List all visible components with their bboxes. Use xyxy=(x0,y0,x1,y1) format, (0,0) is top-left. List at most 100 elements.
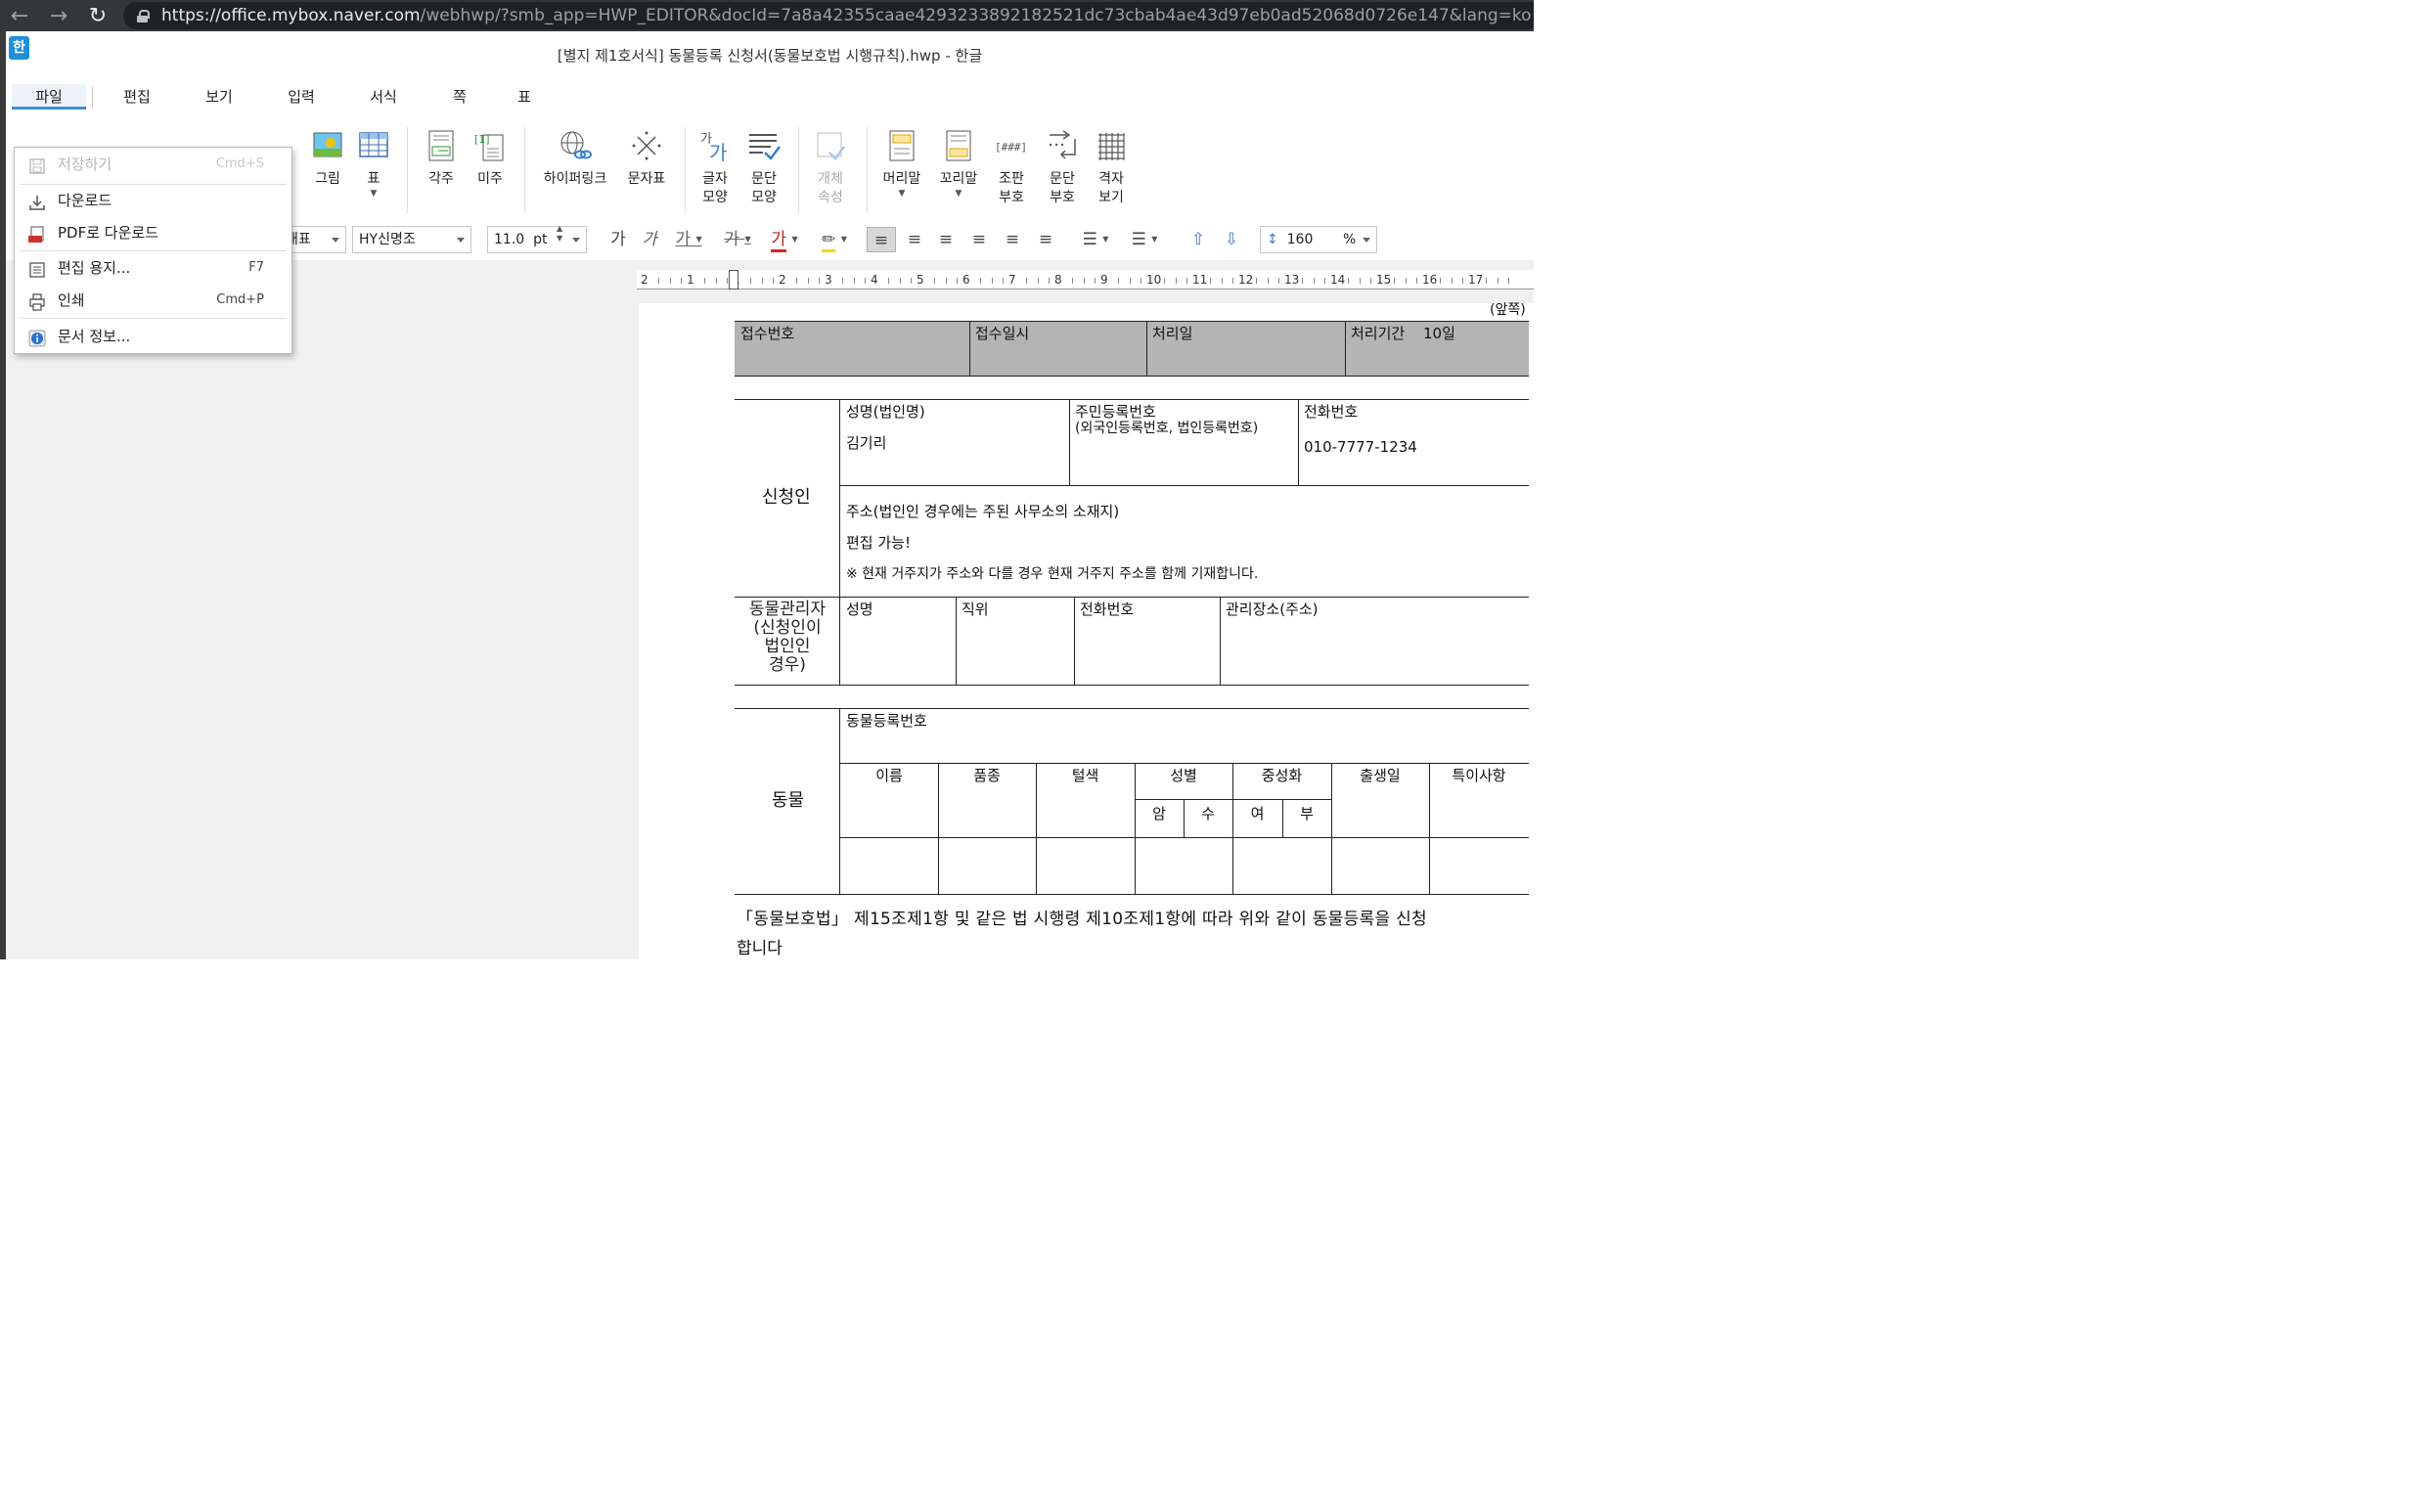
insert-table-button[interactable]: 표 ▼ xyxy=(354,129,393,199)
page-setup-icon xyxy=(28,259,46,278)
menu-format[interactable]: 서식 xyxy=(358,84,409,110)
char-shape-icon: 가가 xyxy=(698,129,732,164)
sex-female-header: 암 xyxy=(1152,805,1166,823)
font-size-input[interactable]: 11.0 pt ▲ ▼ xyxy=(487,224,587,253)
manager-position-label: 직위 xyxy=(962,600,989,618)
ruler-tick xyxy=(669,278,671,284)
document-page[interactable]: (앞쪽) 접수번호 접수일시 처리일 처리기간 10일 신청인 성명(법인명) … xyxy=(639,302,1534,959)
address-note: ※ 현재 거주지가 주소와 다를 경우 현재 거주지 주소를 함께 기재합니다. xyxy=(846,566,1259,582)
menu-separator xyxy=(21,250,287,251)
phone-value[interactable]: 010-7777-1234 xyxy=(1304,438,1417,456)
para-shape-button[interactable]: 문단 모양 xyxy=(741,129,786,207)
object-properties-button[interactable]: 개체 속성 xyxy=(808,129,853,207)
browser-toolbar: ← → ↻ https://office.mybox.naver.com/web… xyxy=(0,0,1534,31)
bold-button[interactable]: 가 xyxy=(604,227,632,252)
back-icon[interactable]: ← xyxy=(0,0,39,31)
receipt-row xyxy=(735,321,1529,376)
hyperlink-button[interactable]: 하이퍼링크 xyxy=(536,129,614,189)
line-spacing-input[interactable]: ↕ 160 % xyxy=(1260,226,1377,253)
download-menu-item[interactable]: 다운로드 xyxy=(15,186,291,215)
horizontal-ruler[interactable]: 211234567891011121314151617 xyxy=(637,270,1534,289)
align-justify-button[interactable]: ≡ xyxy=(867,227,896,252)
align-divide-button[interactable]: ≡ xyxy=(1031,227,1060,252)
ruler-tick-label: 10 xyxy=(1146,273,1162,287)
ruler-tick xyxy=(899,278,901,284)
save-menu-item[interactable]: 저장하기 Cmd+S xyxy=(15,150,291,179)
size-stepper-icon[interactable]: ▲ ▼ xyxy=(557,224,562,244)
align-left-icon: ≡ xyxy=(907,230,922,249)
chevron-down-icon: ▼ xyxy=(898,189,906,199)
ruler-tick xyxy=(1278,278,1280,284)
address-label: 주소(법인인 경우에는 주된 사무소의 소재지) xyxy=(846,503,1120,520)
font-color-button[interactable]: 가 ▼ xyxy=(763,227,806,252)
menu-bar: 파일 편집 보기 입력 서식 쪽 표 xyxy=(6,80,1534,113)
table-line xyxy=(735,376,1529,377)
font-select[interactable]: HY신명조 xyxy=(352,226,471,253)
align-center-button[interactable]: ≡ xyxy=(931,227,961,252)
toolbar-separator xyxy=(524,127,525,213)
align-left-button[interactable]: ≡ xyxy=(900,227,929,252)
indent-marker-icon[interactable] xyxy=(729,270,738,289)
ruler-tick-label: 8 xyxy=(1054,273,1062,287)
print-menu-item[interactable]: 인쇄 Cmd+P xyxy=(15,286,291,315)
reload-icon[interactable]: ↻ xyxy=(78,0,117,31)
indent-increase-button[interactable]: ⇧ xyxy=(1184,227,1213,252)
bullet-list-button[interactable]: ☰ ▼ xyxy=(1074,227,1117,252)
insert-picture-button[interactable]: 그림 xyxy=(303,129,352,189)
menu-edit[interactable]: 편집 xyxy=(112,84,162,110)
layout-code-icon: [###] xyxy=(995,129,1028,162)
table-line xyxy=(735,894,1529,895)
table-line xyxy=(1074,597,1075,685)
menu-page[interactable]: 쪽 xyxy=(444,84,475,110)
header-button[interactable]: 머리말 ▼ xyxy=(876,129,927,199)
processing-period-label: 처리기간 xyxy=(1351,325,1406,342)
ruler-tick-label: 13 xyxy=(1284,273,1300,287)
ruler-tick xyxy=(1129,278,1131,284)
grid-view-button[interactable]: 격자 보기 xyxy=(1092,129,1131,207)
address-bar[interactable]: https://office.mybox.naver.com/webhwp/?s… xyxy=(123,2,1534,29)
ruler-tick xyxy=(681,278,683,284)
grid-icon xyxy=(1095,129,1128,162)
para-mark-button[interactable]: 문단 부호 xyxy=(1043,129,1082,207)
header-icon xyxy=(885,129,918,162)
ruler-tick-label: 3 xyxy=(825,273,832,287)
menu-insert[interactable]: 입력 xyxy=(276,84,327,110)
underline-button[interactable]: 가 ▼ xyxy=(667,227,710,252)
ruler-tick xyxy=(1451,278,1453,284)
menu-view[interactable]: 보기 xyxy=(194,84,245,110)
strikethrough-button[interactable]: 가 ▼ xyxy=(716,227,759,252)
endnote-button[interactable]: [1] 미주 xyxy=(468,129,513,189)
forward-icon[interactable]: → xyxy=(39,0,78,31)
numbered-list-button[interactable]: ☰ ▼ xyxy=(1123,227,1166,252)
ruler-tick xyxy=(1175,278,1177,284)
doc-info-menu-item[interactable]: 문서 정보... xyxy=(15,322,291,351)
page-setup-menu-item[interactable]: 편집 용지... F7 xyxy=(15,253,291,283)
ruler-tick-label: 12 xyxy=(1238,273,1254,287)
address-value[interactable]: 편집 가능! xyxy=(846,534,911,552)
sex-male-header: 수 xyxy=(1201,805,1215,823)
processing-period-value: 10일 xyxy=(1423,325,1455,342)
pdf-download-menu-item[interactable]: PDF로 다운로드 xyxy=(15,218,291,247)
toolbar-separator xyxy=(867,127,868,213)
footer-button[interactable]: 꼬리말 ▼ xyxy=(933,129,984,199)
layout-code-button[interactable]: [###] 조판 부호 xyxy=(992,129,1031,207)
menu-table[interactable]: 표 xyxy=(509,84,540,110)
align-distribute-button[interactable]: ≡ xyxy=(998,227,1027,252)
applicant-name-value[interactable]: 김기리 xyxy=(846,434,886,452)
ruler-tick xyxy=(1359,278,1361,284)
footnote-button[interactable]: 각주 xyxy=(417,129,466,189)
manager-name-label: 성명 xyxy=(846,600,873,618)
align-right-button[interactable]: ≡ xyxy=(964,227,994,252)
footnote-icon xyxy=(425,129,458,162)
symbol-button[interactable]: 문자표 xyxy=(622,129,671,189)
menu-file[interactable]: 파일 xyxy=(12,84,86,110)
ruler-tick xyxy=(841,278,843,284)
highlight-button[interactable]: ✏ ▼ xyxy=(810,227,859,252)
indent-decrease-button[interactable]: ⇩ xyxy=(1217,227,1246,252)
italic-button[interactable]: 가 xyxy=(636,227,663,252)
para-mark-icon xyxy=(1046,129,1079,162)
ruler-tick xyxy=(933,278,935,284)
char-shape-button[interactable]: 가가 글자 모양 xyxy=(693,129,738,207)
ruler-tick-label: 1 xyxy=(687,273,694,287)
ruler-tick xyxy=(1163,278,1165,284)
